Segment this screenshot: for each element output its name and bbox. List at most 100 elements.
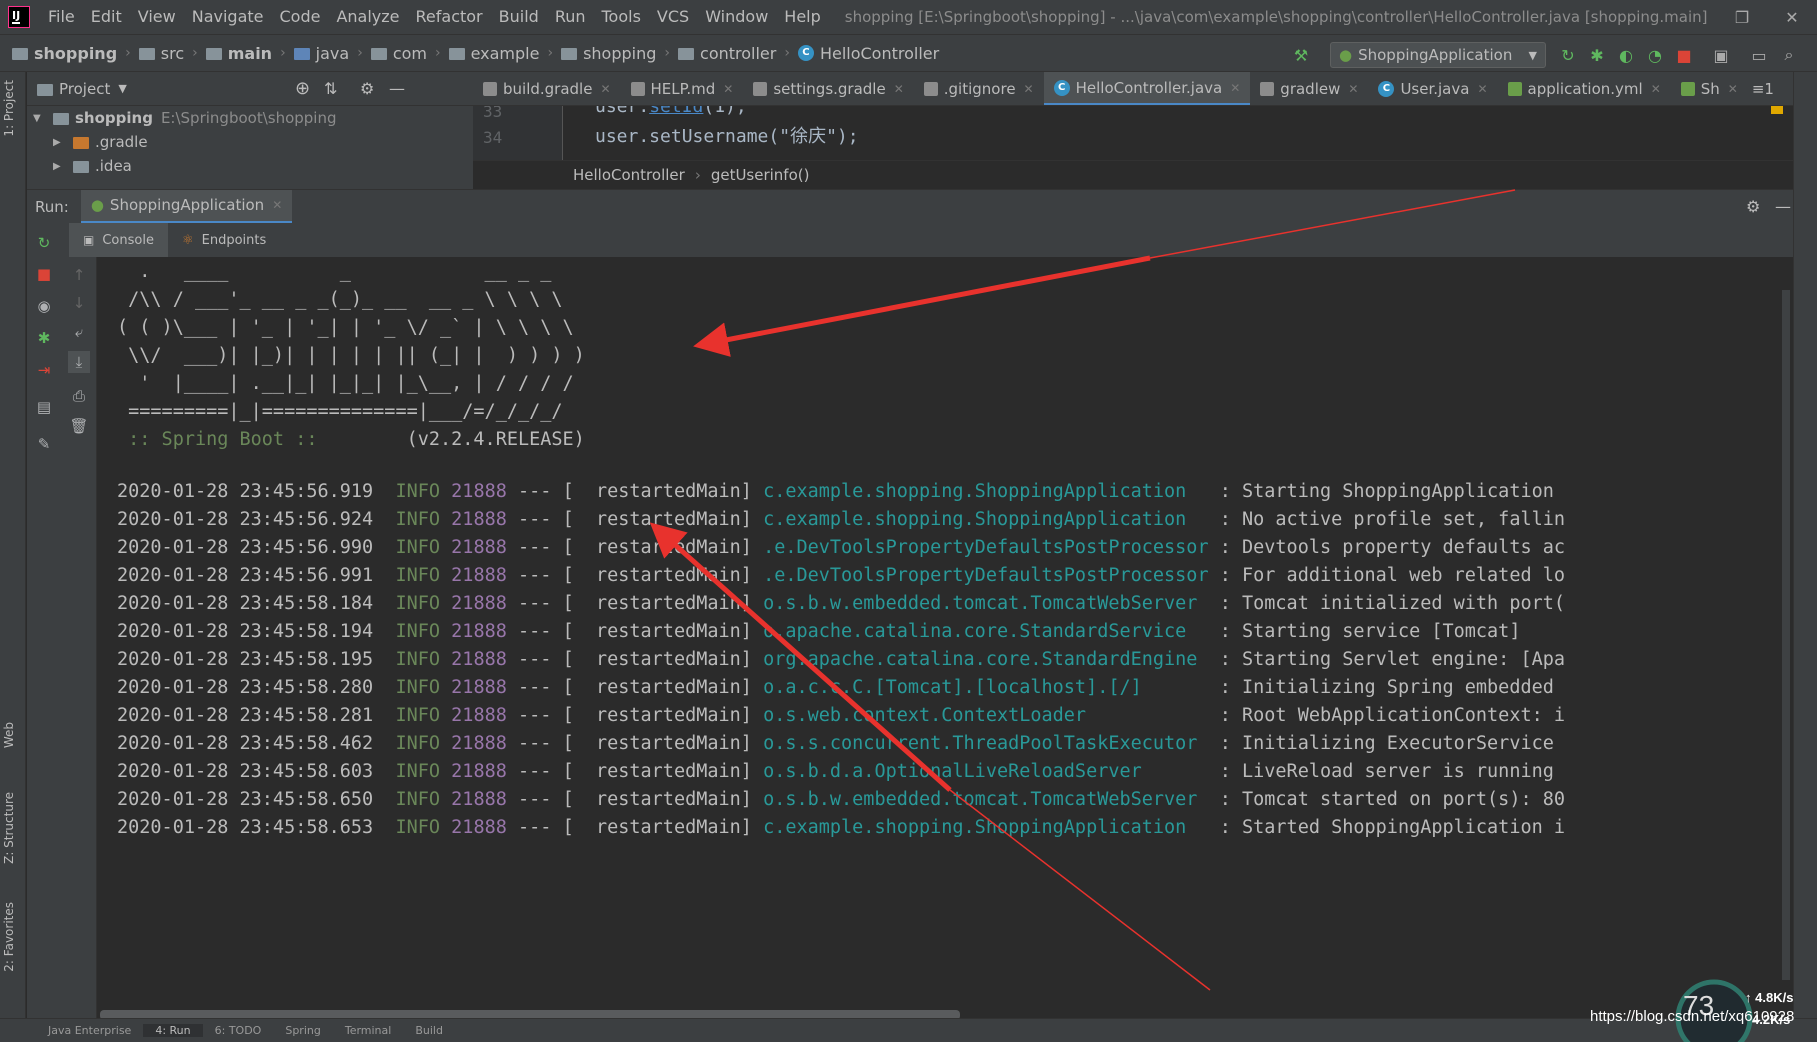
structure-tool-tab[interactable]: Z: Structure: [2, 792, 16, 864]
expand-arrow-icon[interactable]: ▼: [33, 113, 45, 124]
collapse-icon[interactable]: ⇅: [324, 79, 337, 98]
menu-code[interactable]: Code: [272, 0, 329, 34]
close-tab-icon[interactable]: ✕: [1477, 82, 1487, 96]
tab-application-yml[interactable]: application.yml ✕: [1498, 72, 1671, 105]
tab-java-enterprise[interactable]: Java Enterprise: [36, 1024, 143, 1037]
crumb-project[interactable]: shopping: [10, 44, 119, 63]
crumb-method[interactable]: getUserinfo(): [711, 166, 810, 184]
chevron-down-icon[interactable]: ▼: [118, 82, 126, 95]
tab-settings-gradle[interactable]: settings.gradle ✕: [743, 72, 913, 105]
close-tab-icon[interactable]: ✕: [1651, 82, 1661, 96]
project-view-selector[interactable]: Project: [59, 80, 110, 98]
minimize-icon[interactable]: —: [1775, 197, 1791, 216]
minimize-icon[interactable]: —: [389, 79, 405, 98]
close-tab-icon[interactable]: ✕: [723, 82, 733, 96]
tree-item-idea[interactable]: ▶ .idea: [27, 154, 473, 178]
tab-endpoints[interactable]: ⚛ Endpoints: [168, 223, 280, 257]
menu-view[interactable]: View: [130, 0, 184, 34]
camera-icon[interactable]: ◉: [33, 295, 55, 317]
close-tab-icon[interactable]: ✕: [1728, 82, 1738, 96]
layout-icon[interactable]: ▭: [1748, 44, 1770, 66]
tab-build[interactable]: Build: [403, 1024, 455, 1037]
code-editor[interactable]: 33 34 user.setId(1); user.setUsername("徐…: [473, 106, 1793, 160]
tree-item-gradle[interactable]: ▶ .gradle: [27, 130, 473, 154]
stop-icon[interactable]: ■: [33, 263, 55, 285]
layout-icon[interactable]: ▤: [33, 396, 55, 418]
crumb-controller[interactable]: controller: [676, 44, 778, 63]
close-tab-icon[interactable]: ✕: [894, 82, 904, 96]
tab-terminal[interactable]: Terminal: [333, 1024, 404, 1037]
rerun-icon[interactable]: ↻: [1557, 44, 1579, 66]
gear-icon[interactable]: ⚙: [1746, 197, 1760, 216]
console-output[interactable]: . ____ _ __ _ _ /\\ / ___'_ __ _ _(_)_ _…: [97, 257, 1793, 1008]
scroll-to-end-icon[interactable]: ⤓: [68, 351, 90, 373]
print-icon[interactable]: ⎙: [68, 385, 90, 407]
project-tool-tab[interactable]: 1: Project: [2, 80, 16, 137]
tab-run[interactable]: 4: Run: [143, 1024, 203, 1037]
close-tab-icon[interactable]: ✕: [1348, 82, 1358, 96]
close-tab-icon[interactable]: ✕: [600, 82, 610, 96]
close-window-icon[interactable]: ✕: [1767, 0, 1817, 34]
soft-wrap-icon[interactable]: ⤶: [68, 321, 90, 343]
tab-console[interactable]: ▣ Console: [69, 223, 168, 257]
close-tab-icon[interactable]: ✕: [272, 198, 282, 212]
crumb-main[interactable]: main: [204, 44, 274, 63]
down-arrow-icon[interactable]: ↓: [68, 292, 90, 314]
tab-build-gradle[interactable]: build.gradle ✕: [473, 72, 621, 105]
menu-vcs[interactable]: VCS: [649, 0, 697, 34]
crumb-java[interactable]: java: [292, 44, 352, 63]
tab-spring[interactable]: Spring: [273, 1024, 333, 1037]
menu-run[interactable]: Run: [547, 0, 594, 34]
tab-gitignore[interactable]: .gitignore ✕: [914, 72, 1044, 105]
exit-icon[interactable]: ⇥: [33, 359, 55, 381]
tab-help-md[interactable]: HELP.md ✕: [621, 72, 744, 105]
menu-refactor[interactable]: Refactor: [408, 0, 491, 34]
coverage-icon[interactable]: ◐: [1615, 44, 1637, 66]
tab-hellocontroller-java[interactable]: C HelloController.java ✕: [1043, 72, 1251, 105]
rerun-icon[interactable]: ↻: [33, 232, 55, 254]
web-tool-tab[interactable]: Web: [2, 722, 16, 748]
locate-icon[interactable]: ⊕: [295, 78, 310, 99]
favorites-tool-tab[interactable]: 2: Favorites: [2, 902, 16, 972]
run-tab-shoppingapplication[interactable]: ● ShoppingApplication ✕: [80, 189, 293, 224]
pin-icon[interactable]: ✎: [33, 433, 55, 455]
tab-overflow-button[interactable]: ≡1: [1748, 72, 1784, 105]
project-structure-icon[interactable]: ▣: [1710, 44, 1732, 66]
debug-icon[interactable]: ✱: [1586, 44, 1608, 66]
tab-sh[interactable]: Sh ✕: [1671, 72, 1748, 105]
tree-item-root[interactable]: ▼ shopping E:\Springboot\shopping: [27, 106, 473, 130]
menu-edit[interactable]: Edit: [83, 0, 130, 34]
crumb-example[interactable]: example: [447, 44, 542, 63]
crumb-src[interactable]: src: [137, 44, 186, 63]
crumb-class[interactable]: HelloController: [573, 166, 685, 184]
tab-todo[interactable]: 6: TODO: [203, 1024, 274, 1037]
close-tab-icon[interactable]: ✕: [1024, 82, 1034, 96]
close-tab-icon[interactable]: ✕: [1230, 81, 1240, 95]
run-configuration-select[interactable]: ● ShoppingApplication ▼: [1330, 42, 1546, 68]
crumb-hellocontroller[interactable]: C HelloController: [796, 44, 941, 63]
restore-window-icon[interactable]: ❐: [1717, 0, 1767, 34]
tab-user-java[interactable]: C User.java ✕: [1368, 72, 1497, 105]
crumb-com[interactable]: com: [369, 44, 429, 63]
warning-marker-icon[interactable]: [1771, 106, 1783, 114]
gear-icon[interactable]: ⚙: [360, 79, 374, 98]
menu-help[interactable]: Help: [776, 0, 828, 34]
vertical-scrollbar[interactable]: [1782, 290, 1790, 980]
menu-tools[interactable]: Tools: [594, 0, 649, 34]
collapse-arrow-icon[interactable]: ▶: [53, 137, 65, 148]
stop-icon[interactable]: ■: [1673, 44, 1695, 66]
menu-navigate[interactable]: Navigate: [184, 0, 272, 34]
up-arrow-icon[interactable]: ↑: [68, 264, 90, 286]
menu-window[interactable]: Window: [697, 0, 776, 34]
debug-icon[interactable]: ✱: [33, 327, 55, 349]
menu-analyze[interactable]: Analyze: [328, 0, 407, 34]
tab-gradlew[interactable]: gradlew ✕: [1250, 72, 1368, 105]
trash-icon[interactable]: 🗑: [68, 415, 90, 437]
menu-file[interactable]: File: [40, 0, 83, 34]
profile-icon[interactable]: ◔: [1644, 44, 1666, 66]
collapse-arrow-icon[interactable]: ▶: [53, 161, 65, 172]
search-icon[interactable]: ⌕: [1778, 44, 1800, 66]
crumb-shopping[interactable]: shopping: [559, 44, 658, 63]
menu-build[interactable]: Build: [491, 0, 547, 34]
build-hammer-icon[interactable]: ⚒: [1290, 44, 1312, 66]
